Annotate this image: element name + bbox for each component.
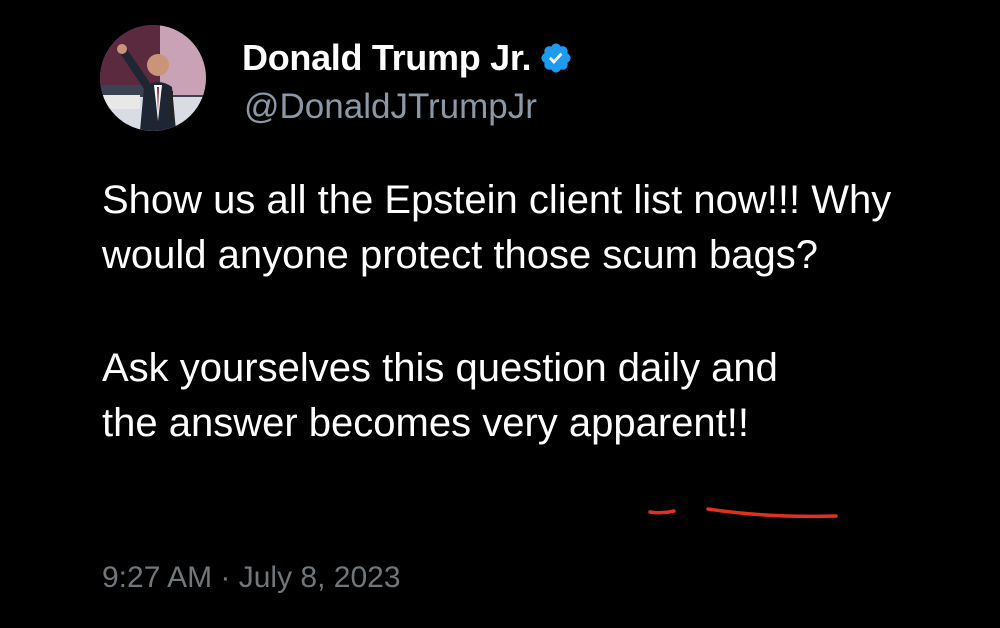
red-underline-annotation xyxy=(648,507,838,519)
author-display-name[interactable]: Donald Trump Jr. xyxy=(242,38,532,78)
tweet-paragraph-2-suffix: !! xyxy=(726,401,750,445)
author-name-row[interactable]: Donald Trump Jr. xyxy=(242,38,573,78)
author-handle[interactable]: @DonaldJTrumpJr xyxy=(244,87,537,127)
tweet-timestamp[interactable]: 9:27 AM · July 8, 2023 xyxy=(102,560,401,596)
underlined-word: apparent xyxy=(568,401,727,445)
tweet-card: Donald Trump Jr. @DonaldJTrumpJr Show us… xyxy=(0,0,1000,628)
avatar[interactable] xyxy=(100,25,206,131)
tweet-paragraph-2-line-1: Ask yourselves this question daily and xyxy=(102,346,778,390)
avatar-photo xyxy=(100,25,206,131)
tweet-paragraph-2: Ask yourselves this question daily and t… xyxy=(102,341,962,451)
tweet-body: Show us all the Epstein client list now!… xyxy=(102,173,962,451)
verified-badge-icon xyxy=(539,41,573,75)
tweet-paragraph-1: Show us all the Epstein client list now!… xyxy=(102,178,892,277)
tweet-paragraph-2-line-2-prefix: the answer becomes very xyxy=(102,401,569,445)
